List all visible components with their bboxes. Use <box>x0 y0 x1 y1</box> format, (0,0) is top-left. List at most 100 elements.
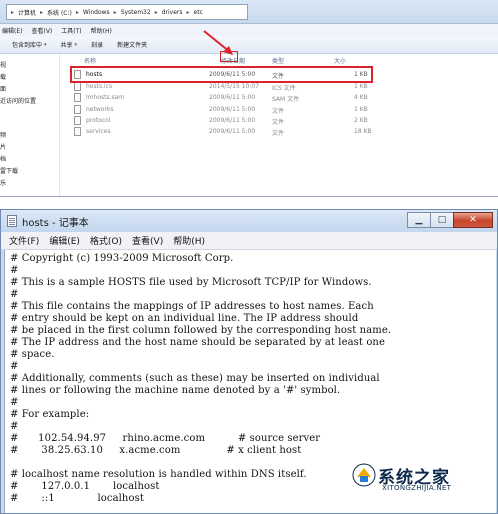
menu-format[interactable]: 格式(O) <box>90 234 122 247</box>
file-icon <box>74 127 81 136</box>
nav-item[interactable]: 乐 <box>0 178 6 187</box>
menu-help[interactable]: 帮助(H) <box>91 26 112 35</box>
navigation-pane: 视 载 面 近访问的位置 频 片 档 雷下载 乐 <box>0 54 60 196</box>
address-strip: ▸ 计算机 ▸ 系统 (C:) ▸ Windows ▸ System32 ▸ d… <box>0 0 498 24</box>
file-icon <box>74 93 81 102</box>
window-title: hosts - 记事本 <box>22 218 89 229</box>
text-line: # <box>10 361 19 372</box>
nav-item[interactable]: 频 <box>0 130 6 139</box>
file-icon <box>74 105 81 114</box>
window-controls: ▁ □ ✕ <box>407 212 493 228</box>
address-part[interactable]: etc <box>194 9 203 16</box>
text-line: # localhost name resolution is handled w… <box>10 469 307 480</box>
maximize-button[interactable]: □ <box>430 212 454 228</box>
notepad-menubar: 文件(F) 编辑(E) 格式(O) 查看(V) 帮助(H) <box>1 232 497 250</box>
include-in-library-label: 包含到库中 <box>12 42 43 49</box>
address-part[interactable]: 计算机 <box>18 8 36 17</box>
file-modified: 2009/6/11 5:00 <box>209 106 256 113</box>
notepad-title-bar[interactable]: hosts - 记事本 ▁ □ ✕ <box>1 210 497 232</box>
menu-edit[interactable]: 编辑(E) <box>2 26 22 35</box>
file-row[interactable]: protocol 2009/6/11 5:00 文件 2 KB <box>72 115 372 126</box>
include-in-library-button[interactable]: 包含到库中 ▾ <box>12 40 47 50</box>
column-header-type[interactable]: 类型 <box>272 56 284 65</box>
address-part[interactable]: Windows <box>83 9 110 16</box>
explorer-menubar: 编辑(E) 查看(V) 工具(T) 帮助(H) <box>0 24 498 36</box>
text-line: # lines or following the machine name de… <box>10 385 341 396</box>
chevron-right-icon: ▸ <box>154 8 158 16</box>
file-modified: 2009/6/11 5:00 <box>209 94 256 101</box>
chevron-right-icon: ▸ <box>75 8 79 16</box>
text-line: # This file contains the mappings of IP … <box>10 301 374 312</box>
text-line: # <box>10 289 19 300</box>
column-header-name[interactable]: 名称 <box>84 56 96 65</box>
text-line: # ::1 localhost <box>10 493 144 504</box>
share-button[interactable]: 共享 ▾ <box>61 40 78 50</box>
address-part[interactable]: 系统 (C:) <box>47 8 72 17</box>
text-line: # be placed in the first column followed… <box>10 325 392 336</box>
watermark-logo-icon <box>352 463 376 487</box>
chevron-right-icon: ▸ <box>11 8 15 16</box>
nav-item[interactable]: 片 <box>0 142 6 151</box>
nav-item[interactable]: 雷下载 <box>0 166 18 175</box>
file-row[interactable]: lmhosts.sam 2009/6/11 5:00 SAM 文件 4 KB <box>72 92 372 103</box>
column-header-size[interactable]: 大小 <box>334 56 346 65</box>
text-line: # space. <box>10 349 55 360</box>
file-row[interactable]: networks 2009/6/11 5:00 文件 1 KB <box>72 104 372 115</box>
nav-item[interactable]: 档 <box>0 154 6 163</box>
chevron-down-icon: ▾ <box>44 41 47 48</box>
minimize-icon: ▁ <box>415 215 423 225</box>
file-modified: 2009/6/11 5:00 <box>209 128 256 135</box>
new-folder-button[interactable]: 新建文件夹 <box>117 40 147 49</box>
address-part[interactable]: System32 <box>121 9 151 16</box>
file-name: networks <box>86 106 114 113</box>
file-type: 文件 <box>272 108 285 115</box>
text-line: # 127.0.0.1 localhost <box>10 481 160 492</box>
file-name: services <box>86 128 111 135</box>
file-row[interactable]: services 2009/6/11 5:00 文件 18 KB <box>72 126 372 137</box>
text-line: # Additionally, comments (such as these)… <box>10 373 380 384</box>
burn-button[interactable]: 刻录 <box>91 40 103 49</box>
site-watermark: 系统之家 XITONGZHIJIA.NET <box>352 461 498 497</box>
explorer-toolbar: 包含到库中 ▾ 共享 ▾ 刻录 新建文件夹 <box>0 36 498 54</box>
menu-file[interactable]: 文件(F) <box>9 234 39 247</box>
text-line: # This is a sample HOSTS file used by Mi… <box>10 277 372 288</box>
burn-label: 刻录 <box>91 42 104 49</box>
chevron-down-icon: ▾ <box>74 41 78 48</box>
text-line: # <box>10 397 19 408</box>
explorer-window: ▸ 计算机 ▸ 系统 (C:) ▸ Windows ▸ System32 ▸ d… <box>0 0 498 197</box>
text-line: # 102.54.94.97 rhino.acme.com # source s… <box>10 433 321 444</box>
file-size: 18 KB <box>354 128 372 135</box>
chevron-right-icon: ▸ <box>186 8 190 16</box>
nav-item[interactable]: 面 <box>0 84 6 93</box>
file-icon <box>74 116 81 125</box>
annotation-arrow-icon <box>203 30 233 55</box>
menu-help[interactable]: 帮助(H) <box>173 234 205 247</box>
file-type: 文件 <box>272 119 285 126</box>
text-line: # Copyright (c) 1993-2009 Microsoft Corp… <box>10 253 234 264</box>
watermark-url: XITONGZHIJIA.NET <box>382 484 452 492</box>
text-line: # 38.25.63.10 x.acme.com # x client host <box>10 445 302 456</box>
menu-view[interactable]: 查看(V) <box>31 26 52 35</box>
menu-edit[interactable]: 编辑(E) <box>49 234 80 247</box>
nav-item[interactable]: 近访问的位置 <box>0 96 36 105</box>
minimize-button[interactable]: ▁ <box>407 212 431 228</box>
nav-item[interactable]: 视 <box>0 60 6 69</box>
menu-tools[interactable]: 工具(T) <box>61 26 81 35</box>
nav-item[interactable]: 载 <box>0 72 6 81</box>
text-line: # <box>10 421 19 432</box>
close-icon: ✕ <box>469 215 477 225</box>
file-name: lmhosts.sam <box>86 94 125 101</box>
menu-view[interactable]: 查看(V) <box>132 234 163 247</box>
address-bar[interactable]: ▸ 计算机 ▸ 系统 (C:) ▸ Windows ▸ System32 ▸ d… <box>6 4 248 20</box>
close-button[interactable]: ✕ <box>453 212 493 228</box>
file-modified: 2014/5/15 10:07 <box>209 83 259 90</box>
file-modified: 2009/6/11 5:00 <box>209 117 256 124</box>
file-size: 1 KB <box>354 106 368 113</box>
file-size: 4 KB <box>354 94 368 101</box>
file-name: hosts.ics <box>86 83 113 90</box>
file-type: ICS 文件 <box>272 85 296 92</box>
text-line: # For example: <box>10 409 90 420</box>
chevron-right-icon: ▸ <box>113 8 117 16</box>
address-part[interactable]: drivers <box>162 9 183 16</box>
maximize-icon: □ <box>437 215 447 225</box>
